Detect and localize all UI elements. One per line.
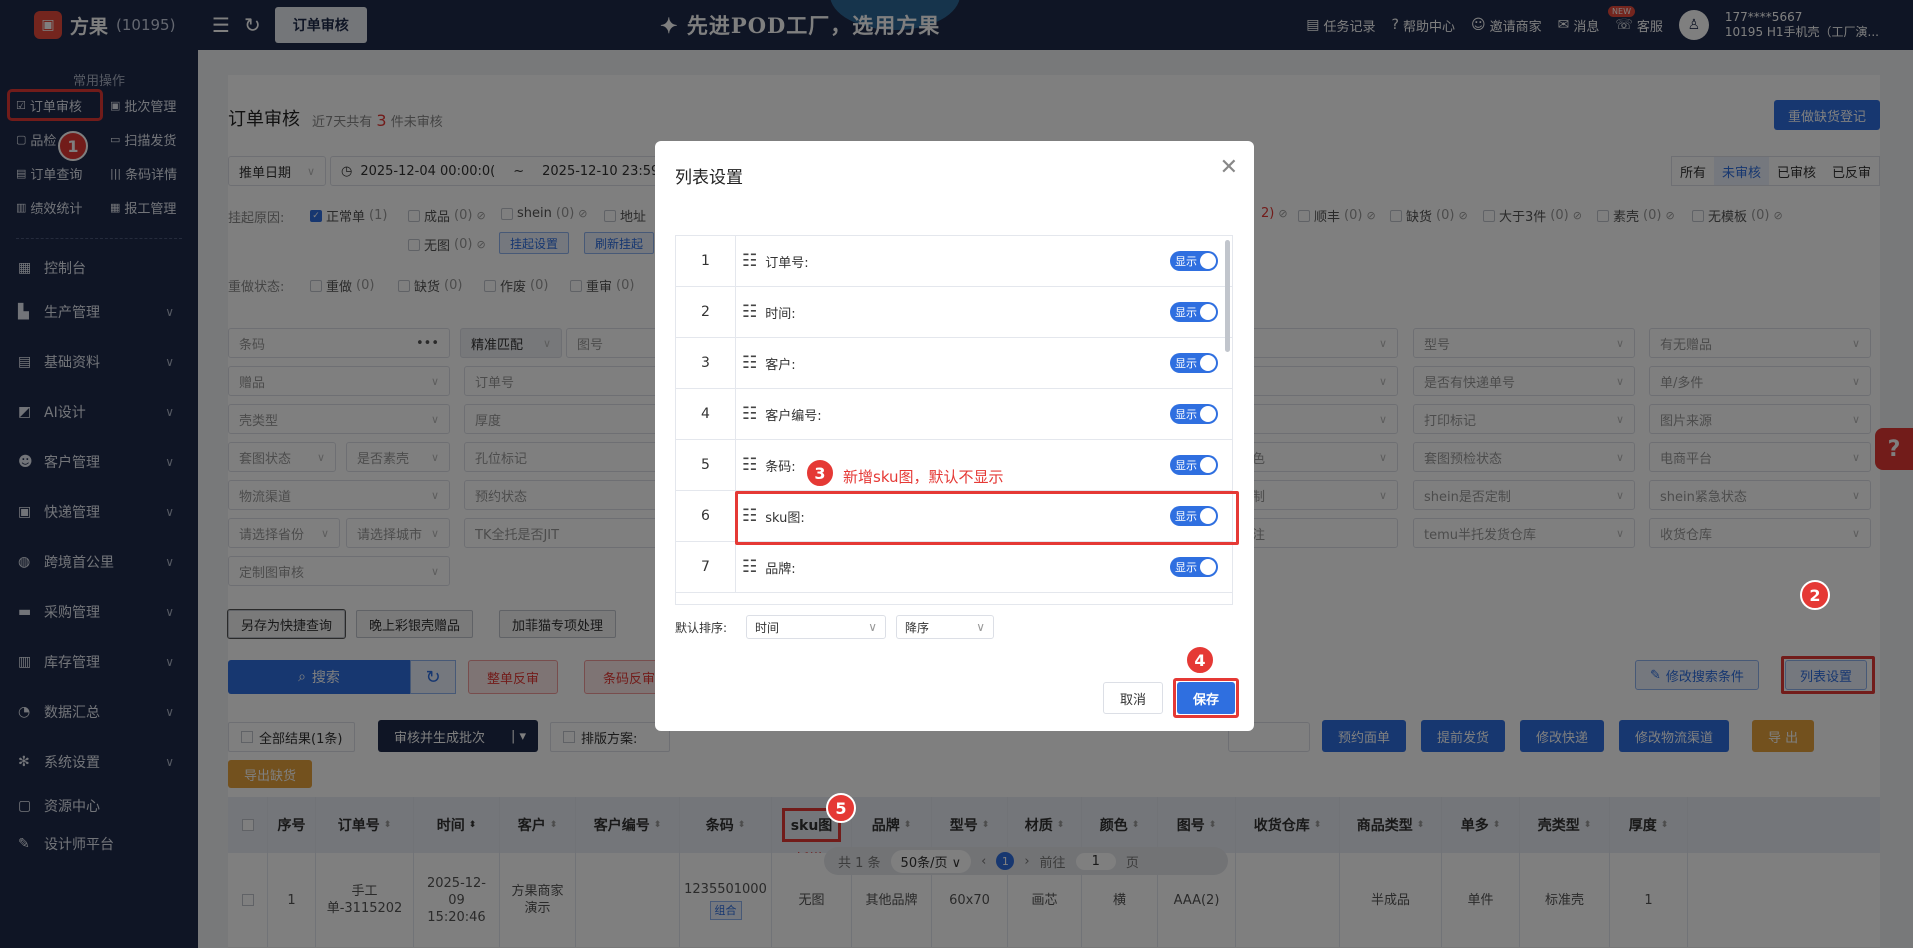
- show-toggle[interactable]: 显示: [1170, 455, 1218, 475]
- show-toggle[interactable]: 显示: [1170, 251, 1218, 271]
- show-toggle[interactable]: 显示: [1170, 404, 1218, 424]
- default-sort-label: 默认排序:: [675, 621, 728, 635]
- column-list: 1 ☷ 订单号: 显示 2 ☷ 时间: 显示 3 ☷ 客户: 显示 4 ☷ 客户编号: 显示 5 ☷ 条码:…: [675, 235, 1233, 605]
- sort-direction-select[interactable]: 降序 ∨: [896, 615, 994, 639]
- show-toggle[interactable]: 显示: [1170, 353, 1218, 373]
- drag-handle-icon[interactable]: ☷: [742, 353, 757, 373]
- step-badge-4: 4: [1185, 645, 1215, 675]
- list-item[interactable]: 2 ☷ 时间: 显示: [676, 287, 1232, 338]
- list-item[interactable]: 7 ☷ 品牌: 显示: [676, 542, 1232, 593]
- list-item[interactable]: 4 ☷ 客户编号: 显示: [676, 389, 1232, 440]
- drag-handle-icon[interactable]: ☷: [742, 557, 757, 577]
- annotation-3-text: 新增sku图，默认不显示: [843, 468, 1004, 486]
- step-badge-5: 5: [826, 793, 856, 823]
- list-settings-dialog: 列表设置 ✕ 1 ☷ 订单号: 显示 2 ☷ 时间: 显示 3 ☷ 客户: 显示 4 ☷ 客户编号: 显…: [655, 141, 1254, 731]
- close-icon[interactable]: ✕: [1220, 155, 1238, 180]
- sort-field-select[interactable]: 时间 ∨: [746, 615, 886, 639]
- dialog-title: 列表设置: [675, 168, 743, 188]
- step-badge-2: 2: [1800, 580, 1830, 610]
- list-item[interactable]: 1 ☷ 订单号: 显示: [676, 236, 1232, 287]
- scrollbar[interactable]: [1225, 240, 1230, 352]
- drag-handle-icon[interactable]: ☷: [742, 302, 757, 322]
- step-badge-3: 3: [805, 458, 835, 488]
- drag-handle-icon[interactable]: ☷: [742, 455, 757, 475]
- sku-row-highlight: [735, 491, 1239, 545]
- show-toggle[interactable]: 显示: [1170, 557, 1218, 577]
- save-highlight: [1173, 678, 1239, 718]
- cancel-button[interactable]: 取消: [1103, 682, 1163, 714]
- drag-handle-icon[interactable]: ☷: [742, 251, 757, 271]
- show-toggle[interactable]: 显示: [1170, 302, 1218, 322]
- chevron-down-icon: ∨: [868, 620, 877, 634]
- chevron-down-icon: ∨: [976, 620, 985, 634]
- list-item[interactable]: 3 ☷ 客户: 显示: [676, 338, 1232, 389]
- drag-handle-icon[interactable]: ☷: [742, 404, 757, 424]
